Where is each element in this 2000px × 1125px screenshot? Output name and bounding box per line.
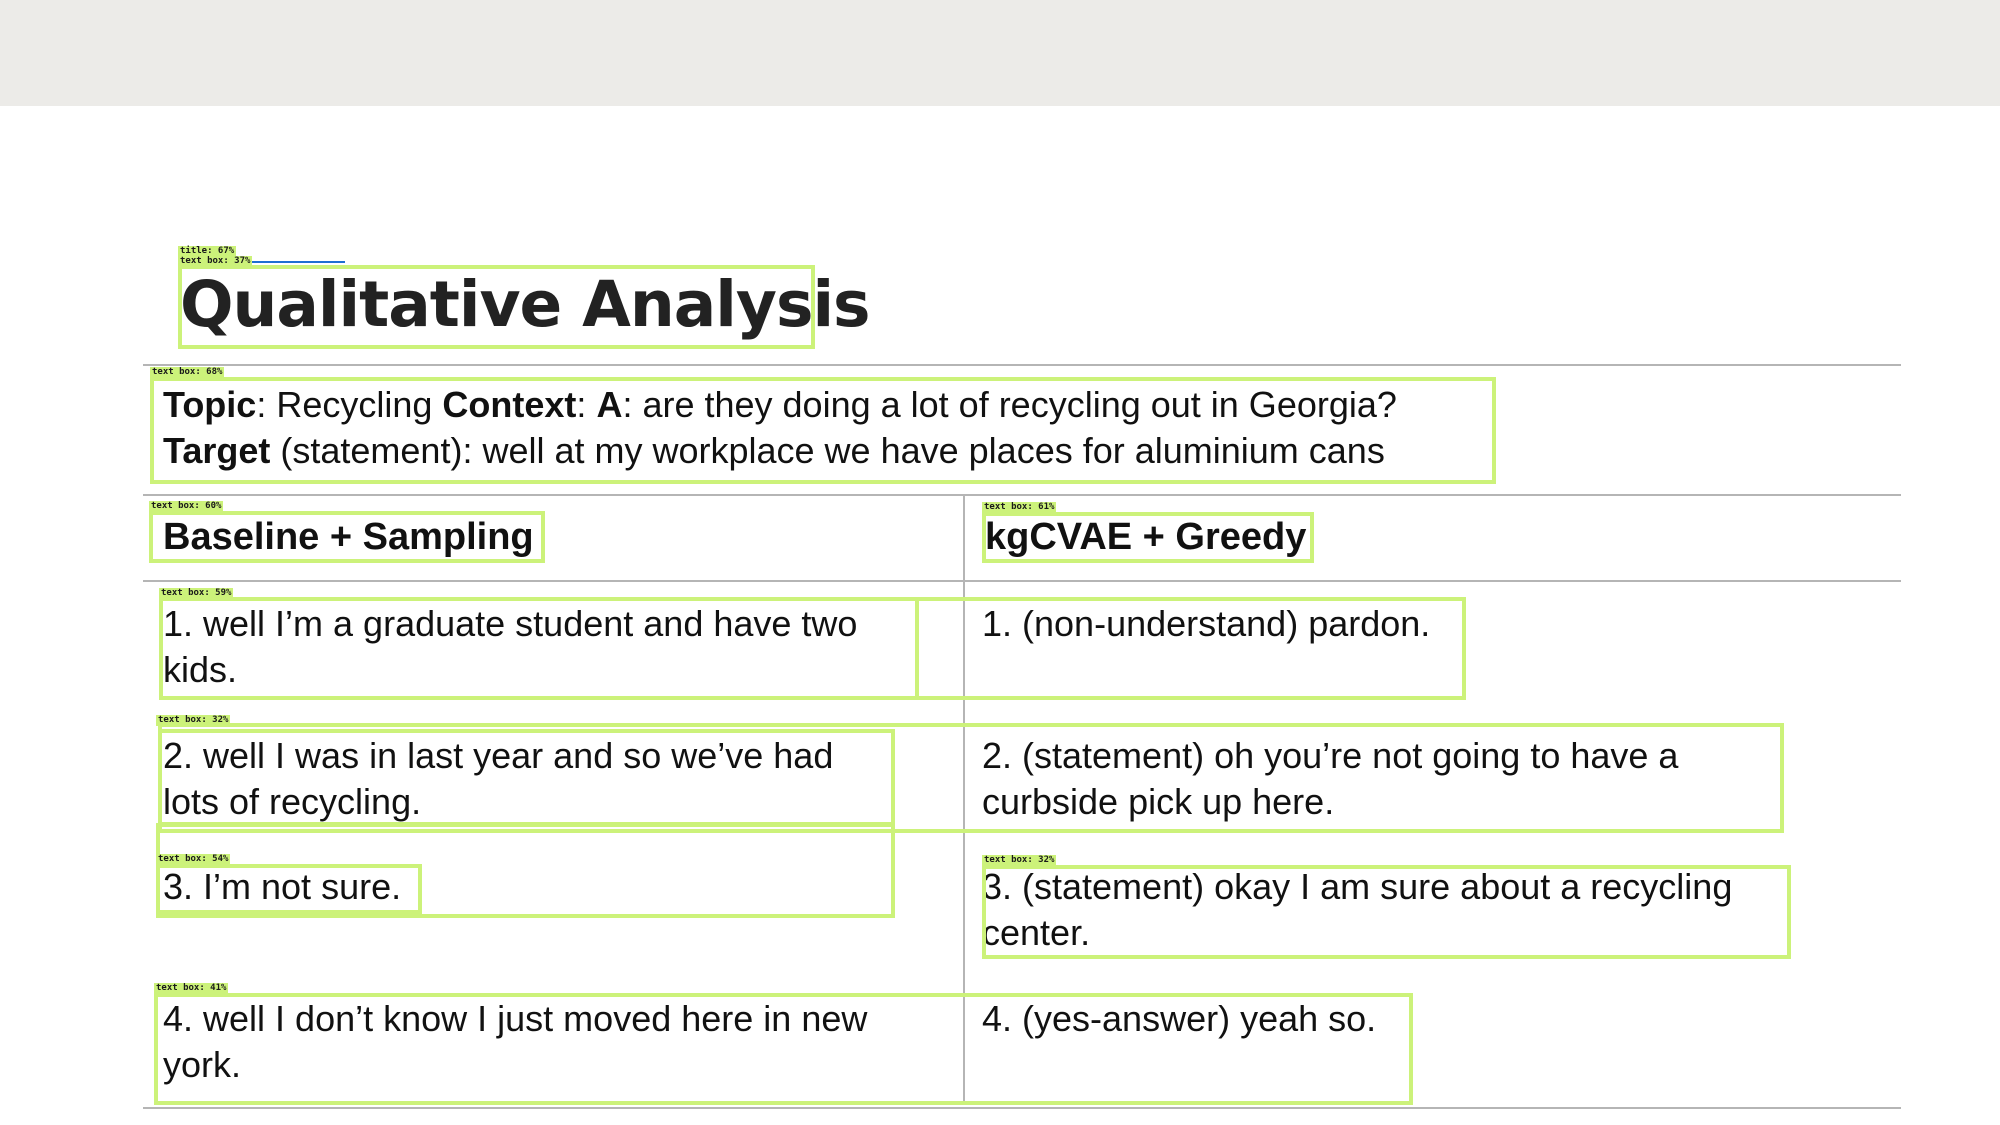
viewer-top-bar <box>0 0 2000 106</box>
detection-box-title <box>178 265 815 349</box>
detection-box-baseline-header <box>149 511 545 563</box>
context-divider-rule <box>143 494 1901 496</box>
detection-tag-row-4: text box: 41% <box>154 983 229 994</box>
detection-box-kgcvae-header <box>982 512 1314 563</box>
detection-tag-kgcvae-header: text box: 61% <box>982 502 1057 513</box>
detection-tag-baseline-header: text box: 60% <box>149 501 224 512</box>
detection-tag-kgcvae-row-3: text box: 32% <box>982 855 1057 866</box>
detection-tag-title-text: text box: 37% <box>178 256 253 267</box>
detection-tag-context: text box: 68% <box>150 367 225 378</box>
detection-tag-baseline-row-3: text box: 54% <box>156 854 231 865</box>
table-bottom-rule <box>143 1107 1901 1109</box>
detection-box-baseline-row-3-wide <box>156 823 895 918</box>
detection-tag-row-1: text box: 59% <box>159 588 234 599</box>
detection-box-context <box>150 377 1496 484</box>
detection-box-row-4 <box>154 993 1413 1105</box>
detection-tag-row-2: text box: 32% <box>156 715 231 726</box>
detection-box-kgcvae-row-3 <box>982 865 1791 959</box>
header-divider-rule <box>143 580 1901 582</box>
detection-box-baseline-row-2 <box>158 729 895 826</box>
detection-box-row-1-wide <box>159 597 1466 700</box>
table-top-rule <box>143 364 1901 366</box>
